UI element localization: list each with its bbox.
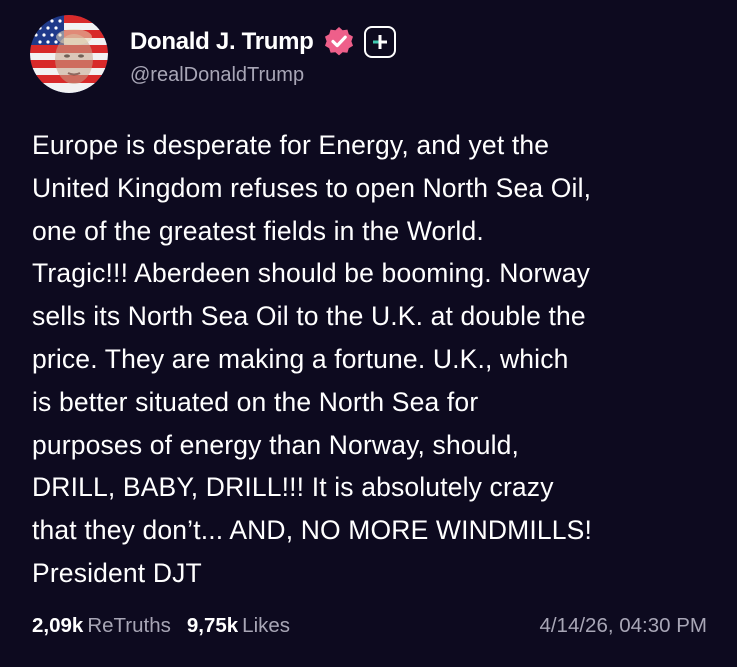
likes-count: 9,75k bbox=[186, 614, 239, 637]
likes-stat[interactable]: 9,75k Likes bbox=[187, 614, 290, 638]
post-header: Donald J. Trump @realDonaldTrump bbox=[30, 14, 396, 94]
verified-badge-icon bbox=[322, 25, 356, 59]
retruths-count: 2,09k bbox=[32, 614, 84, 637]
author-name-row: Donald J. Trump bbox=[130, 22, 396, 62]
post-timestamp[interactable]: 4/14/26, 04:30 PM bbox=[539, 614, 707, 638]
retruths-label: ReTruths bbox=[87, 614, 171, 637]
retruths-stat[interactable]: 2,09k ReTruths bbox=[32, 614, 171, 638]
post-body-text: Europe is desperate for Energy, and yet … bbox=[32, 130, 593, 588]
author-display-name[interactable]: Donald J. Trump bbox=[130, 28, 314, 56]
likes-label: Likes bbox=[242, 614, 291, 637]
plus-icon bbox=[372, 34, 387, 49]
profile-avatar[interactable] bbox=[30, 15, 108, 93]
avatar-image bbox=[30, 15, 108, 93]
post-footer: 2,09k ReTruths 9,75k Likes 4/14/26, 04:3… bbox=[32, 608, 707, 644]
follow-plus-button[interactable] bbox=[363, 25, 396, 58]
author-info: Donald J. Trump @realDonaldTrump bbox=[130, 22, 396, 87]
truth-post-card: Donald J. Trump @realDonaldTrump Europe … bbox=[0, 0, 737, 667]
author-handle[interactable]: @realDonaldTrump bbox=[130, 64, 396, 87]
